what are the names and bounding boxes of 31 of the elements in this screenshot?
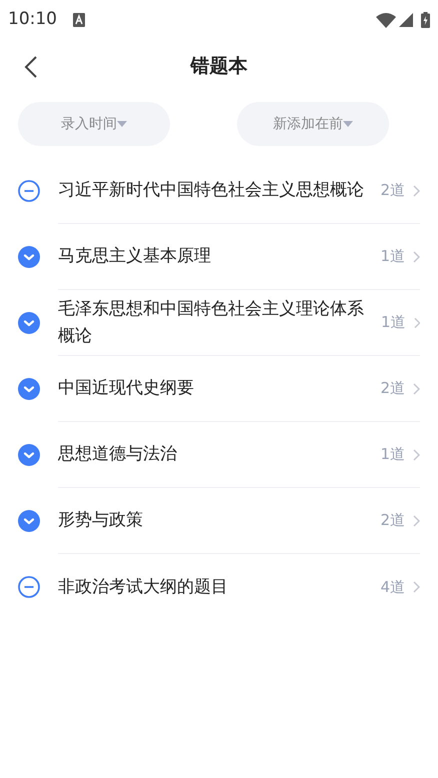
- chevron-circle-icon[interactable]: [18, 510, 40, 532]
- minus-circle-icon[interactable]: [18, 180, 40, 202]
- chevron-circle-icon[interactable]: [18, 312, 40, 334]
- battery-icon: [421, 12, 430, 28]
- caret-icon: [343, 121, 353, 127]
- subject-name: 马克思主义基本原理: [58, 245, 212, 268]
- chevron-circle-icon[interactable]: [18, 444, 40, 466]
- minus-circle-icon[interactable]: [18, 576, 40, 598]
- subject-name: 中国近现代史纲要: [58, 377, 195, 400]
- status-time: 10:10: [8, 8, 57, 32]
- subject-name: 形势与政策: [58, 509, 144, 532]
- subject-name: 毛泽东思想和中国特色社会主义理论体系概论: [58, 298, 365, 348]
- wifi-icon: [376, 12, 396, 28]
- question-count: 2道: [380, 510, 405, 532]
- question-count: 1道: [380, 246, 405, 268]
- subject-name: 习近平新时代中国特色社会主义思想概论: [58, 179, 365, 202]
- question-count: 4道: [380, 576, 405, 598]
- question-count: 1道: [380, 444, 405, 466]
- sort-dropdown[interactable]: 录入时间: [18, 102, 170, 146]
- notification-icon: [73, 13, 85, 27]
- sort-dropdown[interactable]: 新添加在前: [237, 102, 389, 146]
- signal-icon: [399, 13, 413, 27]
- question-count: 2道: [380, 378, 405, 400]
- subject-name: 非政治考试大纲的题目: [58, 576, 229, 599]
- question-count: 1道: [380, 312, 406, 334]
- subject-name: 思想道德与法治: [58, 443, 178, 466]
- caret-icon: [117, 121, 127, 127]
- page-title: 错题本: [190, 54, 248, 79]
- chevron-circle-icon[interactable]: [18, 246, 40, 268]
- question-count: 2道: [380, 180, 405, 202]
- chevron-circle-icon[interactable]: [18, 378, 40, 400]
